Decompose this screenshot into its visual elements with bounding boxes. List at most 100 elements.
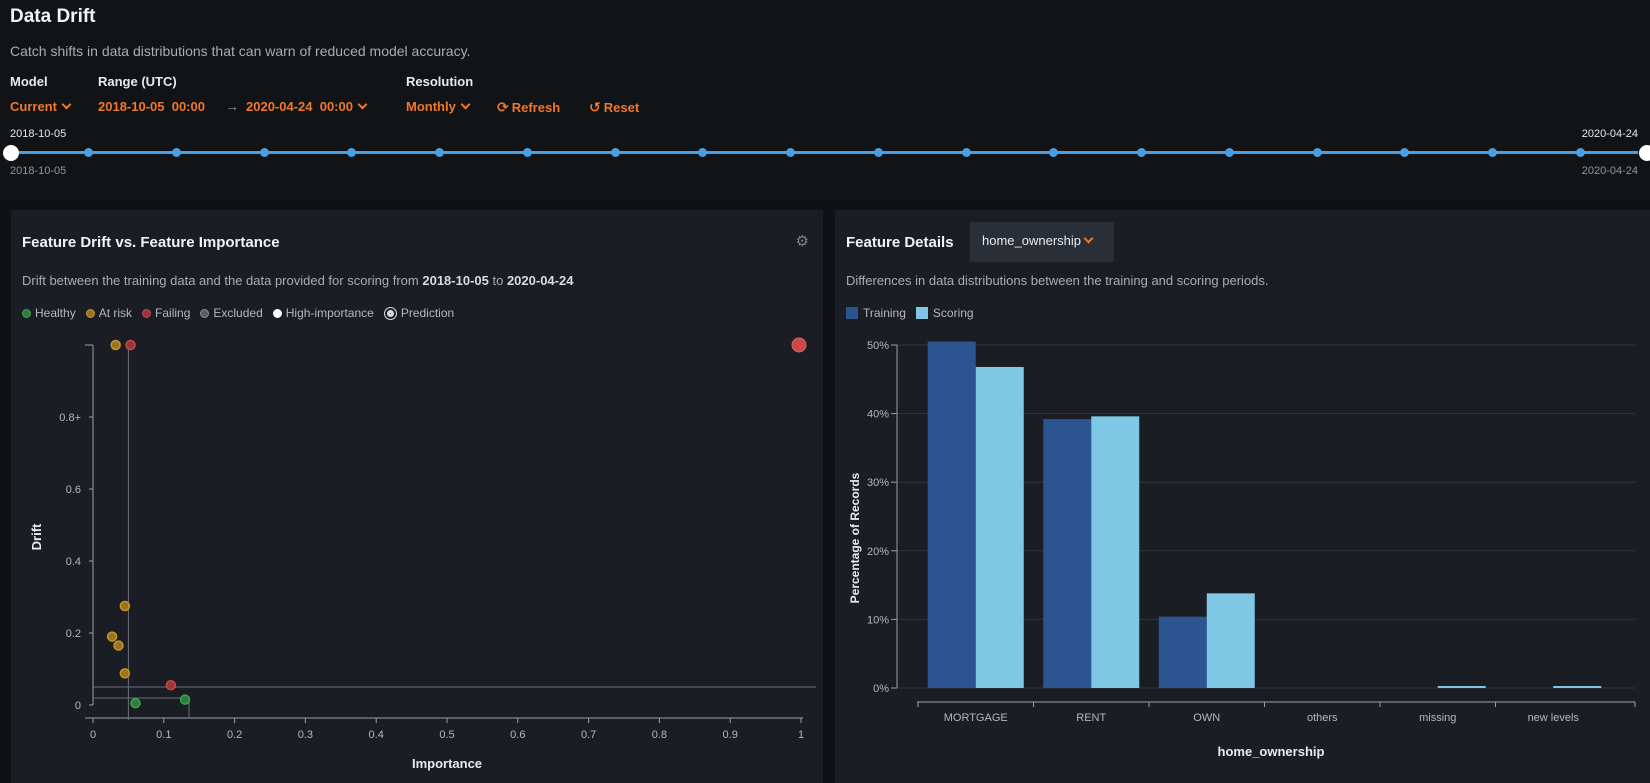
undo-icon: ↺ bbox=[589, 99, 601, 115]
bar-training[interactable] bbox=[1043, 419, 1092, 688]
y-tick-label: 0.4 bbox=[66, 556, 81, 568]
refresh-icon: ⟳ bbox=[497, 99, 509, 115]
x-tick-label: 0.5 bbox=[439, 729, 454, 741]
bar-scoring[interactable] bbox=[1553, 686, 1602, 688]
y-tick-label: 0 bbox=[75, 700, 81, 712]
bar-training[interactable] bbox=[1158, 616, 1207, 688]
feature-point[interactable] bbox=[113, 640, 124, 651]
timeline-tick[interactable] bbox=[259, 148, 269, 157]
x-tick-label: 1 bbox=[798, 729, 804, 741]
feature-point[interactable] bbox=[106, 631, 118, 642]
feature-select-value: home_ownership bbox=[982, 233, 1082, 248]
y-tick-label: 50% bbox=[867, 340, 889, 352]
drift-panel-description: Drift between the training data and the … bbox=[22, 273, 573, 288]
y-tick-label: 10% bbox=[867, 614, 889, 626]
chevron-down-icon bbox=[357, 99, 368, 110]
model-select[interactable]: Current bbox=[10, 99, 72, 114]
feature-distribution-chart: 0% 10% 20% 30% 40% 50% MORTGAGE RENT OWN others mi… bbox=[848, 340, 1636, 759]
bar-scoring[interactable] bbox=[1206, 593, 1255, 688]
chevron-down-icon bbox=[61, 99, 72, 110]
target-icon bbox=[383, 306, 397, 320]
x-tick-label: 0.4 bbox=[369, 729, 384, 741]
timeline-tick[interactable] bbox=[786, 148, 796, 157]
refresh-button[interactable]: ⟳ Refresh bbox=[497, 99, 560, 116]
details-panel-title: Feature Details bbox=[846, 234, 954, 251]
x-tick-label: RENT bbox=[1076, 712, 1106, 724]
page-title: Data Drift bbox=[10, 6, 96, 27]
feature-select[interactable]: home_ownership bbox=[970, 222, 1114, 262]
timeline-end-handle[interactable] bbox=[1639, 145, 1650, 161]
range-start-value: 2018-10-05 00:00 bbox=[98, 99, 205, 114]
bar-scoring[interactable] bbox=[975, 366, 1024, 688]
desc-end-date: 2020-04-24 bbox=[506, 273, 574, 288]
legend-scoring[interactable]: Scoring bbox=[915, 306, 974, 320]
timeline-track[interactable] bbox=[10, 151, 1638, 154]
x-axis-label: Importance bbox=[412, 756, 482, 771]
feature-point[interactable] bbox=[165, 679, 177, 691]
reset-label: Reset bbox=[603, 100, 640, 115]
timeline-tick[interactable] bbox=[1224, 148, 1234, 157]
x-tick-label: 0.3 bbox=[298, 729, 313, 741]
model-label: Model bbox=[10, 74, 48, 89]
chevron-down-icon bbox=[460, 99, 471, 110]
drift-scatter-chart: 0 0.2 0.4 0.6 0.8+ 0 0.1 0.2 0.3 0.4 0.5 0.6 0.7 0.8 0… bbox=[29, 337, 816, 771]
bar-training[interactable] bbox=[927, 341, 976, 688]
feature-point[interactable] bbox=[179, 694, 191, 705]
feature-point[interactable] bbox=[130, 697, 141, 709]
timeline-start-date: 2018-10-05 bbox=[10, 128, 67, 140]
timeline-tick[interactable] bbox=[84, 148, 93, 157]
x-tick-label: others bbox=[1307, 712, 1338, 724]
prediction-point[interactable] bbox=[791, 337, 807, 353]
legend-failing[interactable]: Failing bbox=[142, 306, 190, 320]
x-tick-label: 0.8 bbox=[652, 729, 667, 741]
x-tick-label: 0.6 bbox=[510, 729, 525, 741]
resolution-value: Monthly bbox=[406, 99, 456, 114]
resolution-select[interactable]: Monthly bbox=[406, 99, 471, 114]
x-tick-label: 0.1 bbox=[156, 729, 171, 741]
y-axis-label: Percentage of Records bbox=[848, 472, 862, 603]
legend-excluded[interactable]: Excluded bbox=[200, 306, 263, 320]
reset-button[interactable]: ↺ Reset bbox=[589, 99, 639, 116]
x-axis-label: home_ownership bbox=[1218, 744, 1325, 759]
legend-training[interactable]: Training bbox=[846, 306, 906, 320]
timeline-tick[interactable] bbox=[347, 148, 357, 157]
drift-panel: Feature Drift vs. Feature Importance ⚙ D… bbox=[11, 210, 823, 783]
timeline-tick[interactable] bbox=[1488, 148, 1498, 157]
timeline-tick[interactable] bbox=[171, 148, 181, 157]
x-tick-label: 0.9 bbox=[723, 729, 738, 741]
range-end-select[interactable]: 2020-04-24 00:00 bbox=[246, 99, 368, 114]
x-tick-label: 0.2 bbox=[227, 729, 242, 741]
drift-panel-title: Feature Drift vs. Feature Importance bbox=[22, 234, 280, 251]
timeline-tick[interactable] bbox=[698, 148, 708, 157]
gear-icon[interactable]: ⚙ bbox=[796, 232, 809, 250]
page-subtitle: Catch shifts in data distributions that … bbox=[10, 43, 471, 59]
legend-prediction[interactable]: Prediction bbox=[383, 306, 454, 320]
bar-scoring[interactable] bbox=[1437, 686, 1486, 688]
timeline-tick[interactable] bbox=[435, 148, 445, 157]
timeline-tick[interactable] bbox=[610, 148, 620, 157]
feature-point[interactable] bbox=[119, 600, 131, 612]
timeline-start-handle[interactable] bbox=[3, 145, 19, 161]
feature-point[interactable] bbox=[119, 668, 131, 679]
legend-healthy[interactable]: Healthy bbox=[22, 306, 76, 320]
range-end-value: 2020-04-24 00:00 bbox=[246, 99, 353, 114]
timeline-tick[interactable] bbox=[961, 148, 971, 157]
timeline-tick[interactable] bbox=[522, 148, 532, 157]
y-tick-label: 30% bbox=[867, 477, 889, 489]
timeline-tick[interactable] bbox=[1137, 148, 1147, 157]
range-start-select[interactable]: 2018-10-05 00:00 bbox=[98, 99, 205, 114]
legend-at-risk[interactable]: At risk bbox=[85, 306, 132, 320]
details-legend: Training Scoring bbox=[846, 306, 984, 320]
timeline-tick[interactable] bbox=[1049, 148, 1059, 157]
timeline-tick[interactable] bbox=[1400, 148, 1410, 157]
bar-scoring[interactable] bbox=[1091, 416, 1140, 688]
feature-point[interactable] bbox=[125, 339, 136, 351]
timeline-tick[interactable] bbox=[1312, 148, 1322, 157]
timeline-tick[interactable] bbox=[873, 148, 883, 157]
y-axis-label: Drift bbox=[29, 523, 44, 550]
timeline-tick[interactable] bbox=[1576, 148, 1585, 157]
x-tick-label: new levels bbox=[1528, 712, 1580, 724]
feature-point[interactable] bbox=[110, 339, 121, 351]
legend-high-importance[interactable]: High-importance bbox=[272, 306, 374, 320]
details-panel: Feature Details home_ownership Differenc… bbox=[835, 210, 1650, 783]
